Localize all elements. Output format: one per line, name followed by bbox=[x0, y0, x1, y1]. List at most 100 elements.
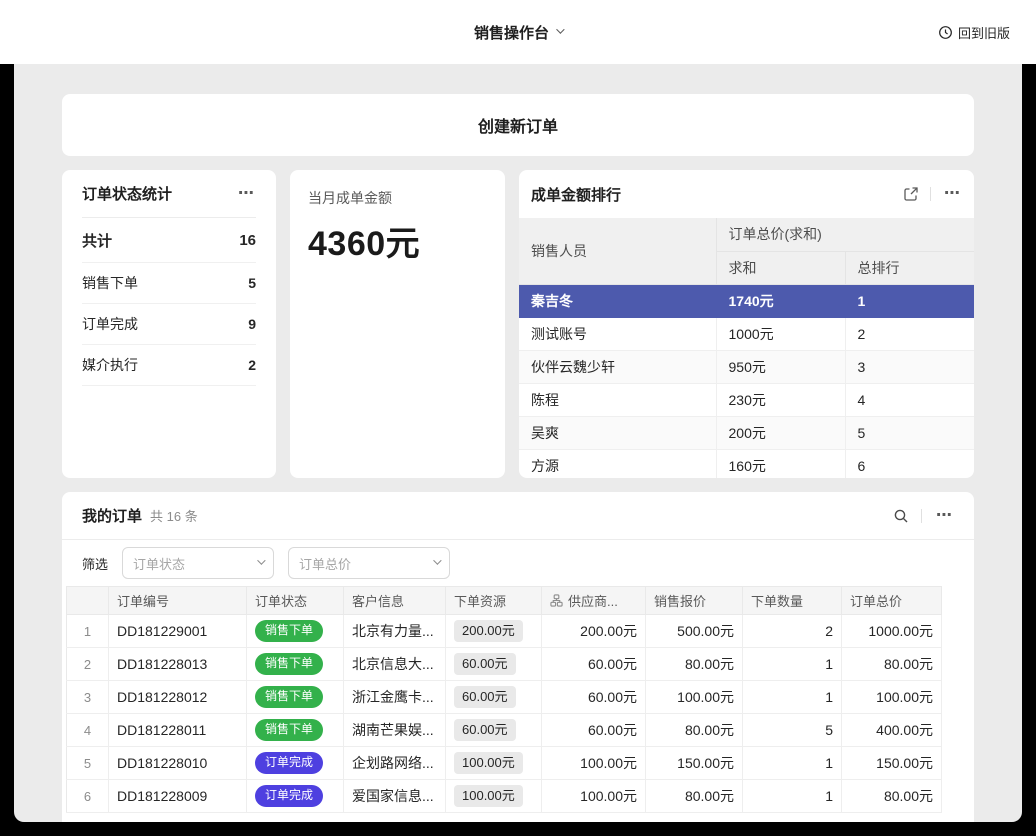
my-orders-card: 我的订单 共 16 条 ⋯ 筛选 订单状态 订单总价 bbox=[62, 492, 974, 822]
status-value: 5 bbox=[248, 275, 256, 291]
column-header-order-no[interactable]: 订单编号 bbox=[109, 587, 247, 615]
ranking-row-selected[interactable]: 秦吉冬 1740元 1 bbox=[519, 284, 974, 317]
quote-cell: 150.00元 bbox=[646, 747, 743, 780]
external-link-icon[interactable] bbox=[903, 186, 919, 202]
order-no-cell: DD181228011 bbox=[109, 714, 247, 747]
table-row[interactable]: 4 DD181228011 销售下单 湖南芒果娱... 60.00元 60.00… bbox=[67, 714, 942, 747]
create-order-button[interactable]: 创建新订单 bbox=[62, 94, 974, 156]
ranking-row[interactable]: 伙伴云魏少轩 950元 3 bbox=[519, 350, 974, 383]
column-header-person: 销售人员 bbox=[519, 218, 716, 284]
person-name: 伙伴云魏少轩 bbox=[519, 350, 716, 383]
ranking-row[interactable]: 陈程 230元 4 bbox=[519, 383, 974, 416]
qty-cell: 1 bbox=[743, 681, 842, 714]
column-header-total[interactable]: 订单总价 bbox=[842, 587, 942, 615]
chevron-down-icon bbox=[257, 556, 265, 564]
person-name: 陈程 bbox=[519, 383, 716, 416]
column-header-quote[interactable]: 销售报价 bbox=[646, 587, 743, 615]
divider bbox=[930, 187, 931, 201]
table-row[interactable]: 3 DD181228012 销售下单 浙江金鹰卡... 60.00元 60.00… bbox=[67, 681, 942, 714]
row-index: 4 bbox=[67, 714, 109, 747]
column-header-rank: 总排行 bbox=[845, 251, 974, 284]
status-badge: 销售下单 bbox=[255, 620, 323, 642]
dashboard-cards-row: 订单状态统计 ⋯ 共计 16 销售下单 5 订单完成 9 媒介执行 2 bbox=[62, 170, 974, 478]
back-to-old-version-button[interactable]: 回到旧版 bbox=[938, 0, 1010, 64]
person-name: 吴爽 bbox=[519, 416, 716, 449]
person-rank: 1 bbox=[845, 284, 974, 317]
status-label: 订单完成 bbox=[82, 314, 138, 334]
person-name: 方源 bbox=[519, 449, 716, 478]
total-cell: 150.00元 bbox=[842, 747, 942, 780]
customer-cell: 湖南芒果娱... bbox=[344, 714, 446, 747]
table-row[interactable]: 6 DD181228009 订单完成 爱国家信息... 100.00元 100.… bbox=[67, 780, 942, 813]
qty-cell: 1 bbox=[743, 648, 842, 681]
orders-table-header: 订单编号 订单状态 客户信息 下单资源 供应商... bbox=[67, 587, 942, 615]
order-no-cell: DD181228010 bbox=[109, 747, 247, 780]
column-header-qty[interactable]: 下单数量 bbox=[743, 587, 842, 615]
total-cell: 80.00元 bbox=[842, 780, 942, 813]
column-header-total-group: 订单总价(求和) bbox=[716, 218, 974, 251]
more-icon[interactable]: ⋯ bbox=[934, 506, 954, 526]
select-placeholder: 订单状态 bbox=[133, 554, 185, 573]
top-bar: 销售操作台 回到旧版 bbox=[0, 0, 1036, 64]
column-header-customer[interactable]: 客户信息 bbox=[344, 587, 446, 615]
card-title: 成单金额排行 bbox=[531, 184, 621, 205]
table-row[interactable]: 1 DD181229001 销售下单 北京有力量... 200.00元 200.… bbox=[67, 615, 942, 648]
search-icon[interactable] bbox=[893, 508, 909, 524]
ranking-card-header: 成单金额排行 ⋯ bbox=[519, 170, 974, 218]
person-rank: 3 bbox=[845, 350, 974, 383]
table-row[interactable]: 2 DD181228013 销售下单 北京信息大... 60.00元 60.00… bbox=[67, 648, 942, 681]
person-sum: 230元 bbox=[716, 383, 845, 416]
supplier-cell: 100.00元 bbox=[542, 747, 646, 780]
status-row-total[interactable]: 共计 16 bbox=[82, 218, 256, 263]
content-area: 创建新订单 订单状态统计 ⋯ 共计 16 销售下单 5 订单完成 9 媒介执行 bbox=[14, 64, 1022, 822]
ranking-row[interactable]: 吴爽 200元 5 bbox=[519, 416, 974, 449]
app-title-dropdown[interactable]: 销售操作台 bbox=[474, 22, 562, 43]
card-title: 我的订单 bbox=[82, 505, 142, 526]
person-rank: 4 bbox=[845, 383, 974, 416]
supplier-cell: 60.00元 bbox=[542, 714, 646, 747]
amount-card-title: 当月成单金额 bbox=[308, 188, 487, 208]
qty-cell: 5 bbox=[743, 714, 842, 747]
table-row[interactable]: 5 DD181228010 订单完成 企划路网络... 100.00元 100.… bbox=[67, 747, 942, 780]
quote-cell: 500.00元 bbox=[646, 615, 743, 648]
chevron-down-icon bbox=[433, 556, 441, 564]
order-no-cell: DD181229001 bbox=[109, 615, 247, 648]
customer-cell: 北京信息大... bbox=[344, 648, 446, 681]
supplier-cell: 60.00元 bbox=[542, 681, 646, 714]
quote-cell: 80.00元 bbox=[646, 714, 743, 747]
qty-cell: 2 bbox=[743, 615, 842, 648]
supplier-cell: 100.00元 bbox=[542, 780, 646, 813]
orders-table: 订单编号 订单状态 客户信息 下单资源 供应商... bbox=[66, 586, 942, 813]
row-index: 3 bbox=[67, 681, 109, 714]
status-value: 9 bbox=[248, 316, 256, 332]
more-icon[interactable]: ⋯ bbox=[942, 184, 962, 204]
column-header-supplier[interactable]: 供应商... bbox=[542, 587, 646, 615]
status-row[interactable]: 订单完成 9 bbox=[82, 304, 256, 345]
status-badge: 销售下单 bbox=[255, 719, 323, 741]
quote-cell: 80.00元 bbox=[646, 648, 743, 681]
more-icon[interactable]: ⋯ bbox=[236, 184, 256, 204]
resource-tag: 100.00元 bbox=[454, 752, 523, 775]
filter-order-status-select[interactable]: 订单状态 bbox=[122, 547, 274, 579]
status-badge: 订单完成 bbox=[255, 752, 323, 774]
quote-cell: 80.00元 bbox=[646, 780, 743, 813]
row-index: 6 bbox=[67, 780, 109, 813]
status-row[interactable]: 销售下单 5 bbox=[82, 263, 256, 304]
status-value: 16 bbox=[239, 232, 256, 249]
supplier-cell: 200.00元 bbox=[542, 615, 646, 648]
ranking-row[interactable]: 方源 160元 6 bbox=[519, 449, 974, 478]
column-header-resource[interactable]: 下单资源 bbox=[446, 587, 542, 615]
order-no-cell: DD181228012 bbox=[109, 681, 247, 714]
column-header-status[interactable]: 订单状态 bbox=[247, 587, 344, 615]
row-index: 2 bbox=[67, 648, 109, 681]
resource-tag: 200.00元 bbox=[454, 620, 523, 643]
status-label: 销售下单 bbox=[82, 273, 138, 293]
ranking-row[interactable]: 测试账号 1000元 2 bbox=[519, 317, 974, 350]
status-row[interactable]: 媒介执行 2 bbox=[82, 345, 256, 386]
filter-order-total-select[interactable]: 订单总价 bbox=[288, 547, 450, 579]
person-rank: 5 bbox=[845, 416, 974, 449]
row-index: 1 bbox=[67, 615, 109, 648]
status-badge: 销售下单 bbox=[255, 686, 323, 708]
quote-cell: 100.00元 bbox=[646, 681, 743, 714]
chevron-down-icon bbox=[556, 25, 564, 33]
